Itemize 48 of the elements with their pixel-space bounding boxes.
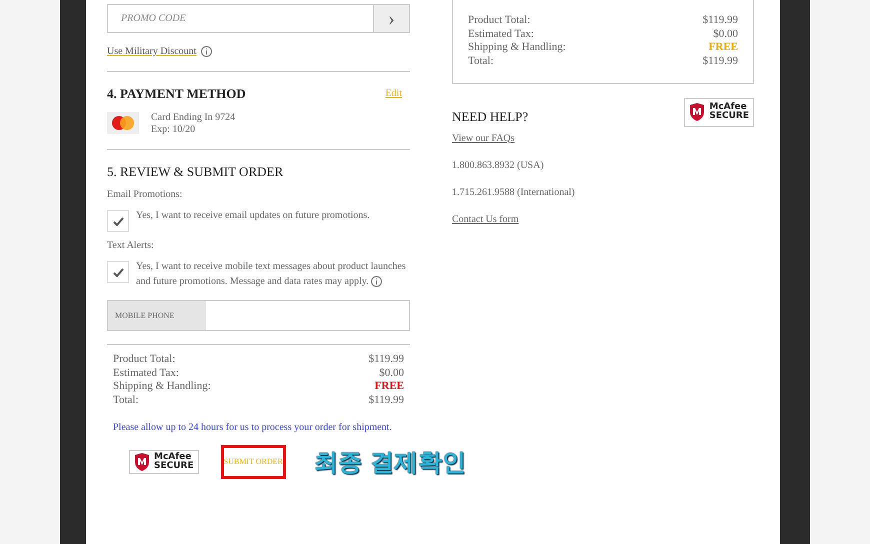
summary-value: $0.00 <box>379 366 404 380</box>
help-title: NEED HELP? <box>452 108 528 126</box>
annotation-text: 최종 결제확인 <box>314 447 466 478</box>
info-icon[interactable] <box>201 46 212 57</box>
summary-label: Estimated Tax: <box>113 366 179 380</box>
section-title: 5. REVIEW & SUBMIT ORDER <box>107 162 284 180</box>
processing-notice: Please allow up to 24 hours for us to process your order for shipment. <box>112 421 393 434</box>
section-title: 4. PAYMENT METHOD <box>107 85 246 103</box>
card-number: Card Ending In 9724 <box>151 112 236 124</box>
checkbox[interactable] <box>107 210 129 232</box>
summary-value: FREE <box>708 41 738 54</box>
summary-label: Estimated Tax: <box>468 28 534 41</box>
checkbox[interactable] <box>107 261 129 283</box>
mobile-phone-field[interactable]: MOBILE PHONE <box>107 300 410 331</box>
shield-icon <box>134 453 150 471</box>
badge-brand: McAfee <box>709 103 747 112</box>
info-icon[interactable] <box>371 276 382 288</box>
summary-value: FREE <box>374 380 404 394</box>
military-discount-link[interactable]: Use Military Discount <box>107 44 196 59</box>
shield-icon <box>689 103 706 122</box>
badge-brand: McAfee <box>154 453 192 462</box>
promo-code-field[interactable]: PROMO CODE › <box>107 4 410 33</box>
summary-label: Shipping & Handling: <box>468 41 566 54</box>
international-phone: 1.715.261.9588 (International) <box>452 186 576 200</box>
usa-phone: 1.800.863.8932 (USA) <box>452 158 545 172</box>
summary-label: Total: <box>113 394 139 407</box>
faq-link[interactable]: View our FAQs <box>452 130 754 146</box>
summary-value: $119.99 <box>368 394 404 407</box>
option-label: Text Alerts: <box>107 239 155 253</box>
summary-value: $119.99 <box>702 14 738 28</box>
summary-label: Shipping & Handling: <box>113 380 211 394</box>
apply-promo-button[interactable]: › <box>373 5 409 32</box>
card-logo-icon <box>107 112 139 134</box>
contact-form-link[interactable]: Contact Us form <box>452 212 754 226</box>
summary-value: $119.99 <box>368 353 404 366</box>
summary-value: $119.99 <box>702 54 738 68</box>
summary-value: $0.00 <box>713 28 738 41</box>
badge-secure: SECURE <box>154 462 194 471</box>
summary-label: Total: <box>468 54 494 68</box>
summary-label: Product Total: <box>468 14 530 28</box>
checkmark-icon <box>112 268 124 276</box>
card-expiry: Exp: 10/20 <box>151 124 196 136</box>
badge-secure: SECURE <box>709 112 749 122</box>
option-text: Yes, I want to receive email updates on future promotions. <box>136 209 371 223</box>
option-label: Email Promotions: <box>107 188 184 202</box>
checkmark-icon <box>112 216 124 226</box>
summary-label: Product Total: <box>113 353 176 366</box>
option-text: Yes, I want to receive mobile text messages about product launches and future promotions. Message and data rates may apply. <box>136 260 407 289</box>
